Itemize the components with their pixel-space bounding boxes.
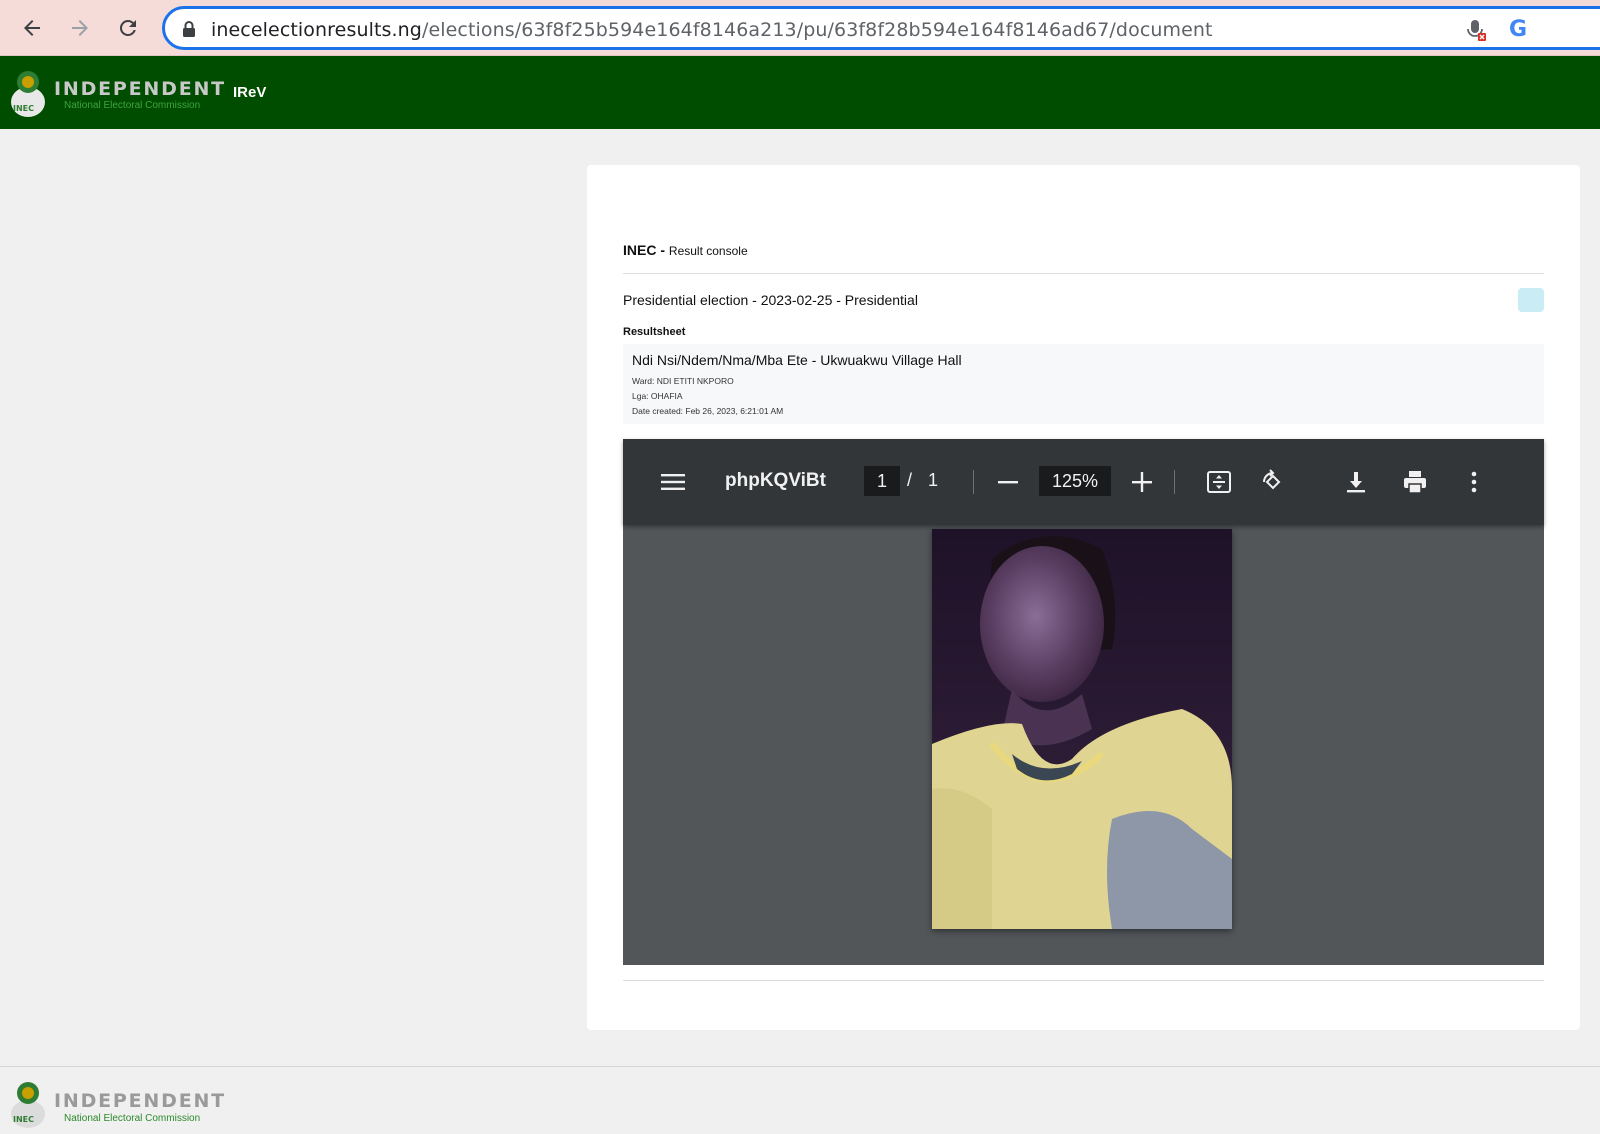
election-title: Presidential election - 2023-02-25 - Pre… bbox=[623, 292, 918, 308]
zoom-out-button[interactable] bbox=[995, 469, 1021, 495]
footer-brand-title: INDEPENDENT bbox=[54, 1090, 226, 1112]
toolbar-separator bbox=[1174, 470, 1175, 494]
url-host: inecelectionresults.ng bbox=[211, 19, 422, 41]
svg-text:INEC: INEC bbox=[13, 1115, 34, 1124]
lock-icon bbox=[183, 21, 195, 37]
pdf-viewer: phpKQViBt 1 / 1 125% bbox=[623, 439, 1544, 965]
download-icon bbox=[1347, 472, 1365, 493]
browser-toolbar: inecelectionresults.ng/elections/63f8f25… bbox=[0, 0, 1600, 56]
rotate-icon bbox=[1263, 469, 1281, 490]
printer-icon bbox=[1404, 471, 1426, 494]
reload-icon bbox=[119, 19, 136, 36]
hamburger-menu-icon bbox=[661, 474, 685, 490]
divider bbox=[623, 980, 1544, 981]
date-created-text: Date created: Feb 26, 2023, 6:21:01 AM bbox=[632, 406, 784, 416]
reload-button[interactable] bbox=[110, 10, 146, 46]
download-button[interactable] bbox=[1343, 469, 1369, 495]
pdf-page-photo bbox=[932, 529, 1232, 929]
polling-unit-info: Ndi Nsi/Ndem/Nma/Mba Ete - Ukwuakwu Vill… bbox=[623, 344, 1544, 424]
page-separator: / bbox=[907, 470, 913, 490]
rotate-button[interactable] bbox=[1260, 469, 1286, 495]
arrow-left-icon bbox=[24, 20, 40, 36]
status-badge[interactable] bbox=[1518, 288, 1544, 312]
pdf-document-name: phpKQViBt bbox=[725, 470, 826, 491]
minus-icon bbox=[998, 481, 1018, 484]
address-bar[interactable]: inecelectionresults.ng/elections/63f8f25… bbox=[162, 6, 1600, 50]
fit-to-page-icon bbox=[1207, 471, 1231, 493]
brand-subtitle: National Electoral Commission bbox=[64, 100, 201, 111]
resultsheet-label: Resultsheet bbox=[623, 326, 686, 338]
plus-icon bbox=[1132, 472, 1152, 492]
svg-text:INEC: INEC bbox=[13, 104, 34, 113]
toolbar-separator bbox=[973, 470, 974, 494]
footer-brand-subtitle: National Electoral Commission bbox=[64, 1113, 201, 1124]
brand-title: INDEPENDENT bbox=[54, 78, 226, 100]
back-button[interactable] bbox=[14, 10, 50, 46]
url-text: inecelectionresults.ng/elections/63f8f25… bbox=[211, 19, 1213, 41]
google-lens-icon[interactable]: G bbox=[1509, 17, 1527, 42]
microphone-blocked-icon[interactable] bbox=[1465, 18, 1487, 42]
console-separator: - bbox=[656, 242, 669, 258]
console-heading: Result console bbox=[668, 244, 748, 258]
url-path: /elections/63f8f25b594e164f8146a213/pu/6… bbox=[421, 19, 1213, 41]
inec-logo-icon[interactable]: INEC bbox=[8, 66, 48, 120]
fit-page-button[interactable] bbox=[1206, 469, 1232, 495]
console-org: INEC bbox=[623, 242, 657, 258]
menu-button[interactable] bbox=[660, 469, 686, 495]
print-button[interactable] bbox=[1402, 469, 1428, 495]
nav-link-irev[interactable]: IReV bbox=[233, 84, 266, 101]
result-card: INEC - Result console Presidential elect… bbox=[587, 165, 1580, 1030]
ward-text: Ward: NDI ETITI NKPORO bbox=[632, 376, 734, 386]
site-header: INEC INDEPENDENT National Electoral Comm… bbox=[0, 56, 1600, 129]
polling-unit-name: Ndi Nsi/Ndem/Nma/Mba Ete - Ukwuakwu Vill… bbox=[632, 352, 962, 368]
more-vertical-icon bbox=[1471, 471, 1477, 493]
arrow-right-icon bbox=[72, 20, 88, 36]
zoom-input[interactable]: 125% bbox=[1039, 466, 1111, 496]
page-number-input[interactable]: 1 bbox=[864, 466, 900, 496]
zoom-in-button[interactable] bbox=[1129, 469, 1155, 495]
pdf-toolbar: phpKQViBt 1 / 1 125% bbox=[623, 439, 1544, 525]
forward-button[interactable] bbox=[62, 10, 98, 46]
lga-text: Lga: OHAFIA bbox=[632, 391, 683, 401]
more-options-button[interactable] bbox=[1461, 469, 1487, 495]
page-total: 1 bbox=[928, 470, 939, 490]
inec-footer-logo-icon[interactable]: INEC bbox=[8, 1078, 48, 1130]
divider bbox=[623, 273, 1544, 274]
footer-divider bbox=[0, 1066, 1600, 1067]
console-title: INEC - Result console bbox=[623, 242, 748, 258]
portrait-photo bbox=[932, 529, 1232, 929]
